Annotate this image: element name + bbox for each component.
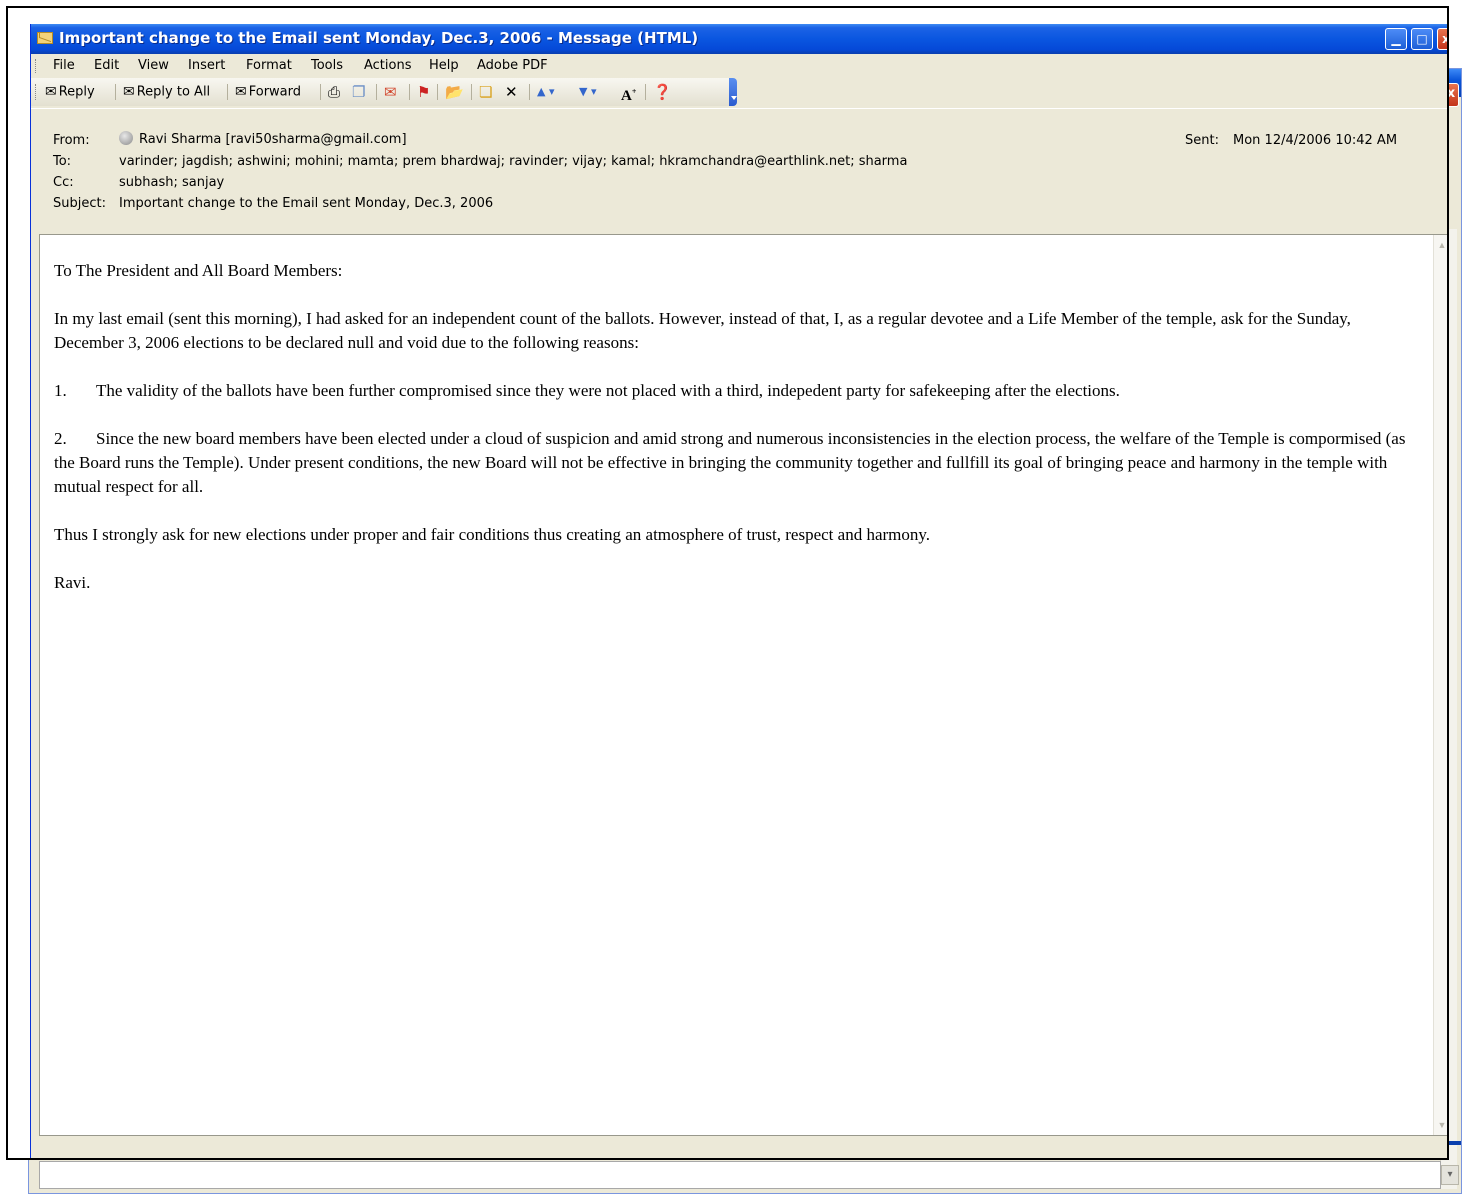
help-icon[interactable]: ❓ (653, 82, 672, 102)
list-item: 1. The validity of the ballots have been … (54, 379, 1416, 403)
move-to-folder-icon[interactable]: ❏ (479, 82, 492, 102)
body-paragraph: In my last email (sent this morning), I … (54, 309, 1351, 352)
scroll-up-icon[interactable]: ▲ (1435, 237, 1447, 253)
message-body[interactable]: To The President and All Board Members: … (39, 234, 1447, 1136)
reply-icon: ✉ (45, 84, 57, 100)
sent-label: Sent: (1185, 133, 1219, 148)
envelope-icon (37, 32, 53, 44)
reply-all-label: Reply to All (136, 84, 211, 100)
list-item-number: 1. (54, 381, 67, 400)
toolbar-separator (437, 84, 438, 100)
standard-toolbar: ✉ Reply ✉ Reply to All ✉ Forward ⎙ ❐ ✉ ⚑ 📂 … (31, 78, 737, 106)
window-title: Important change to the Email sent Monda… (59, 29, 699, 47)
toolbar-separator (529, 84, 530, 100)
toolbar-separator (115, 84, 116, 100)
move-icon[interactable]: ✉ (384, 82, 397, 102)
menu-help[interactable]: Help (429, 58, 459, 73)
toolbar-separator (409, 84, 410, 100)
menu-adobe-pdf[interactable]: Adobe PDF (477, 58, 548, 73)
toolbar-separator (376, 84, 377, 100)
menu-file[interactable]: File (53, 58, 75, 73)
reply-all-icon: ✉ (123, 84, 135, 100)
sender-name: Ravi Sharma [ravi50sharma@gmail.com] (139, 132, 407, 147)
menu-grip-handle[interactable] (35, 59, 39, 73)
next-icon[interactable]: ▼ ▾ (579, 82, 596, 102)
toolbar-separator (320, 84, 321, 100)
subject-label: Subject: (53, 196, 106, 211)
menu-edit[interactable]: Edit (94, 58, 119, 73)
list-item: 2. Since the new board members have been … (54, 427, 1416, 499)
background-preview-dropdown-button[interactable]: ▾ (1441, 1165, 1459, 1185)
sent-value: Mon 12/4/2006 10:42 AM (1233, 133, 1398, 148)
cc-value[interactable]: subhash; sanjay (119, 175, 224, 190)
maximize-button[interactable]: □ (1411, 28, 1433, 50)
from-value[interactable]: Ravi Sharma [ravi50sharma@gmail.com] (119, 131, 407, 147)
menu-actions[interactable]: Actions (364, 58, 412, 73)
to-label: To: (53, 154, 72, 169)
delete-icon[interactable]: ✕ (505, 82, 518, 102)
cc-label: Cc: (53, 175, 74, 190)
list-item-number: 2. (54, 429, 67, 448)
reply-all-button[interactable]: ✉ Reply to All (123, 82, 210, 102)
font-size-icon[interactable]: A+ (621, 82, 636, 106)
menu-format[interactable]: Format (246, 58, 292, 73)
reply-label: Reply (58, 84, 95, 100)
forward-button[interactable]: ✉ Forward (235, 82, 301, 102)
toolbar-separator (471, 84, 472, 100)
open-folder-icon[interactable]: 📂 (445, 82, 464, 102)
list-item-text: The validity of the ballots have been fu… (96, 381, 1120, 400)
menu-view[interactable]: View (138, 58, 169, 73)
list-item-text: Since the new board members have been el… (54, 429, 1406, 496)
subject-value: Important change to the Email sent Monda… (119, 196, 494, 211)
toolbar-separator (227, 84, 228, 100)
signature: Ravi. (54, 573, 91, 592)
copy-icon[interactable]: ❐ (352, 82, 365, 102)
scroll-down-icon[interactable]: ▼ (1435, 1117, 1447, 1133)
previous-icon[interactable]: ▲ ▾ (537, 82, 554, 102)
close-button[interactable]: x (1437, 28, 1447, 50)
body-paragraph: Thus I strongly ask for new elections un… (54, 525, 931, 544)
toolbar-separator (645, 84, 646, 100)
body-scrollbar[interactable]: ▲ ▼ (1433, 235, 1447, 1135)
forward-label: Forward (248, 84, 302, 100)
forward-icon: ✉ (235, 84, 247, 100)
toolbar-grip-handle[interactable] (35, 84, 39, 100)
message-body-content: To The President and All Board Members: … (54, 259, 1416, 619)
toolbar-options-button[interactable] (729, 78, 737, 106)
minimize-button[interactable]: ▁ (1385, 28, 1407, 50)
to-value[interactable]: varinder; jagdish; ashwini; mohini; mamt… (119, 154, 907, 169)
from-label: From: (53, 133, 90, 148)
background-preview-pane (39, 1161, 1441, 1189)
presence-icon (119, 131, 133, 145)
title-bar[interactable]: Important change to the Email sent Monda… (31, 24, 1447, 54)
menu-tools[interactable]: Tools (311, 58, 343, 73)
greeting: To The President and All Board Members: (54, 261, 343, 280)
print-icon[interactable]: ⎙ (328, 82, 340, 102)
menu-bar: File Edit View Insert Format Tools Actio… (31, 54, 1447, 78)
screenshot-frame: Important change to the Email sent Monda… (6, 6, 1449, 1160)
message-window: Important change to the Email sent Monda… (30, 24, 1447, 1158)
menu-insert[interactable]: Insert (188, 58, 225, 73)
flag-icon[interactable]: ⚑ (417, 82, 430, 102)
message-header: From: Ravi Sharma [ravi50sharma@gmail.co… (31, 108, 1447, 235)
reply-button[interactable]: ✉ Reply (45, 82, 95, 102)
